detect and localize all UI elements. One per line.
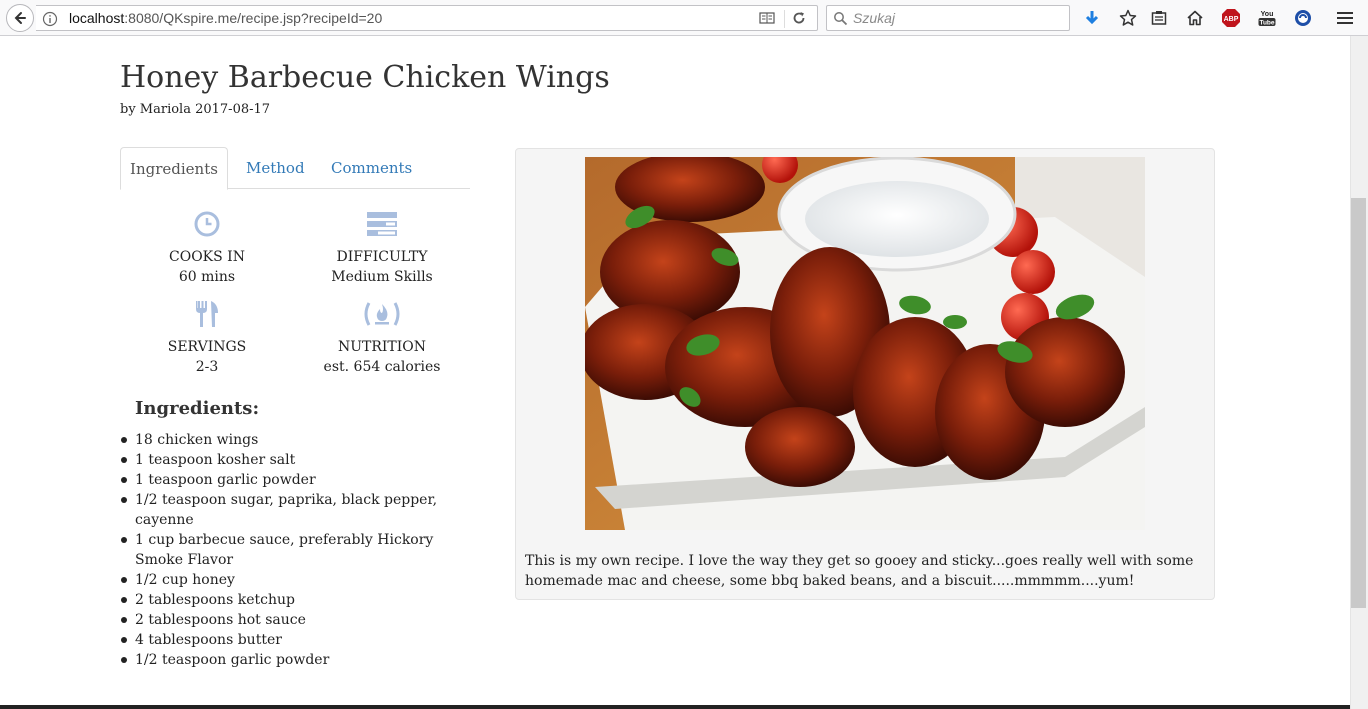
- url-text[interactable]: localhost:8080/QKspire.me/recipe.jsp?rec…: [69, 10, 382, 26]
- scrollbar-thumb[interactable]: [1351, 198, 1366, 608]
- list-item: 2 tablespoons ketchup: [120, 590, 470, 610]
- list-item: 1/2 teaspoon garlic powder: [120, 650, 470, 670]
- recipe-title: Honey Barbecue Chicken Wings: [120, 60, 610, 95]
- hamburger-menu-icon: [1337, 12, 1353, 24]
- stat-servings: SERVINGS 2-3: [127, 297, 287, 377]
- downloads-button[interactable]: [1081, 7, 1103, 29]
- extension-button[interactable]: [1292, 7, 1314, 29]
- download-icon: [1085, 11, 1099, 25]
- difficulty-icon: [367, 212, 397, 236]
- recipe-tabs: Ingredients Method Comments: [120, 147, 470, 190]
- extension-icon: [1295, 10, 1311, 26]
- library-icon: [1151, 11, 1167, 25]
- stat-label: NUTRITION: [337, 339, 427, 355]
- ingredients-list: 18 chicken wings 1 teaspoon kosher salt …: [120, 430, 470, 670]
- stat-cooks-in: COOKS IN 60 mins: [127, 207, 287, 287]
- menu-button[interactable]: [1334, 7, 1356, 29]
- reader-view-icon[interactable]: [759, 11, 775, 25]
- youtube-icon: YouTube: [1258, 11, 1276, 26]
- back-button[interactable]: [6, 4, 34, 32]
- stat-difficulty: DIFFICULTY Medium Skills: [302, 207, 462, 287]
- list-item: 4 tablespoons butter: [120, 630, 470, 650]
- url-separator: [784, 10, 785, 28]
- tab-ingredients[interactable]: Ingredients: [120, 147, 228, 190]
- list-item: 1/2 teaspoon sugar, paprika, black peppe…: [120, 490, 470, 530]
- adblock-button[interactable]: ABP: [1220, 7, 1242, 29]
- library-button[interactable]: [1148, 7, 1170, 29]
- url-bar[interactable]: localhost:8080/QKspire.me/recipe.jsp?rec…: [36, 5, 818, 31]
- recipe-media-panel: This is my own recipe. I love the way th…: [515, 148, 1215, 600]
- stat-value: 60 mins: [178, 269, 236, 285]
- fork-knife-icon: [196, 301, 218, 327]
- list-item: 1/2 cup honey: [120, 570, 470, 590]
- bookmark-star-icon: [1119, 9, 1137, 26]
- window-bottom-edge: [0, 705, 1350, 709]
- info-icon[interactable]: [42, 11, 58, 27]
- list-item: 18 chicken wings: [120, 430, 470, 450]
- svg-text:ABP: ABP: [1224, 16, 1239, 23]
- search-placeholder: Szukaj: [853, 10, 896, 26]
- reload-icon[interactable]: [791, 10, 807, 26]
- list-item: 1 teaspoon garlic powder: [120, 470, 470, 490]
- ingredients-heading: Ingredients:: [135, 398, 260, 419]
- list-item: 2 tablespoons hot sauce: [120, 610, 470, 630]
- recipe-photo: [585, 157, 1145, 530]
- clock-icon: [194, 211, 220, 237]
- recipe-description: This is my own recipe. I love the way th…: [525, 553, 1194, 589]
- bookmark-button[interactable]: [1117, 7, 1139, 29]
- search-bar[interactable]: Szukaj: [826, 5, 1070, 31]
- stat-nutrition: NUTRITION est. 654 calories: [302, 297, 462, 377]
- search-icon: [834, 12, 848, 26]
- stat-value: Medium Skills: [331, 269, 433, 285]
- home-icon: [1187, 10, 1203, 26]
- stat-label: COOKS IN: [169, 249, 245, 265]
- stat-value: est. 654 calories: [323, 359, 441, 375]
- stat-value: 2-3: [195, 359, 219, 375]
- home-button[interactable]: [1184, 7, 1206, 29]
- svg-text:Tube: Tube: [1259, 19, 1274, 26]
- back-arrow-icon: [14, 12, 26, 24]
- adblock-icon: ABP: [1222, 9, 1240, 27]
- flame-icon: [364, 302, 400, 326]
- tab-method[interactable]: Method: [246, 147, 305, 189]
- stat-label: DIFFICULTY: [336, 249, 428, 265]
- list-item: 1 teaspoon kosher salt: [120, 450, 470, 470]
- svg-text:You: You: [1261, 11, 1274, 18]
- youtube-button[interactable]: You Tube: [1256, 7, 1278, 29]
- stat-label: SERVINGS: [167, 339, 247, 355]
- chicken-wings-image: [585, 157, 1145, 530]
- list-item: 1 cup barbecue sauce, preferably Hickory…: [120, 530, 470, 570]
- recipe-byline: by Mariola 2017-08-17: [120, 102, 271, 117]
- tab-comments[interactable]: Comments: [331, 147, 412, 189]
- browser-toolbar: localhost:8080/QKspire.me/recipe.jsp?rec…: [0, 0, 1368, 36]
